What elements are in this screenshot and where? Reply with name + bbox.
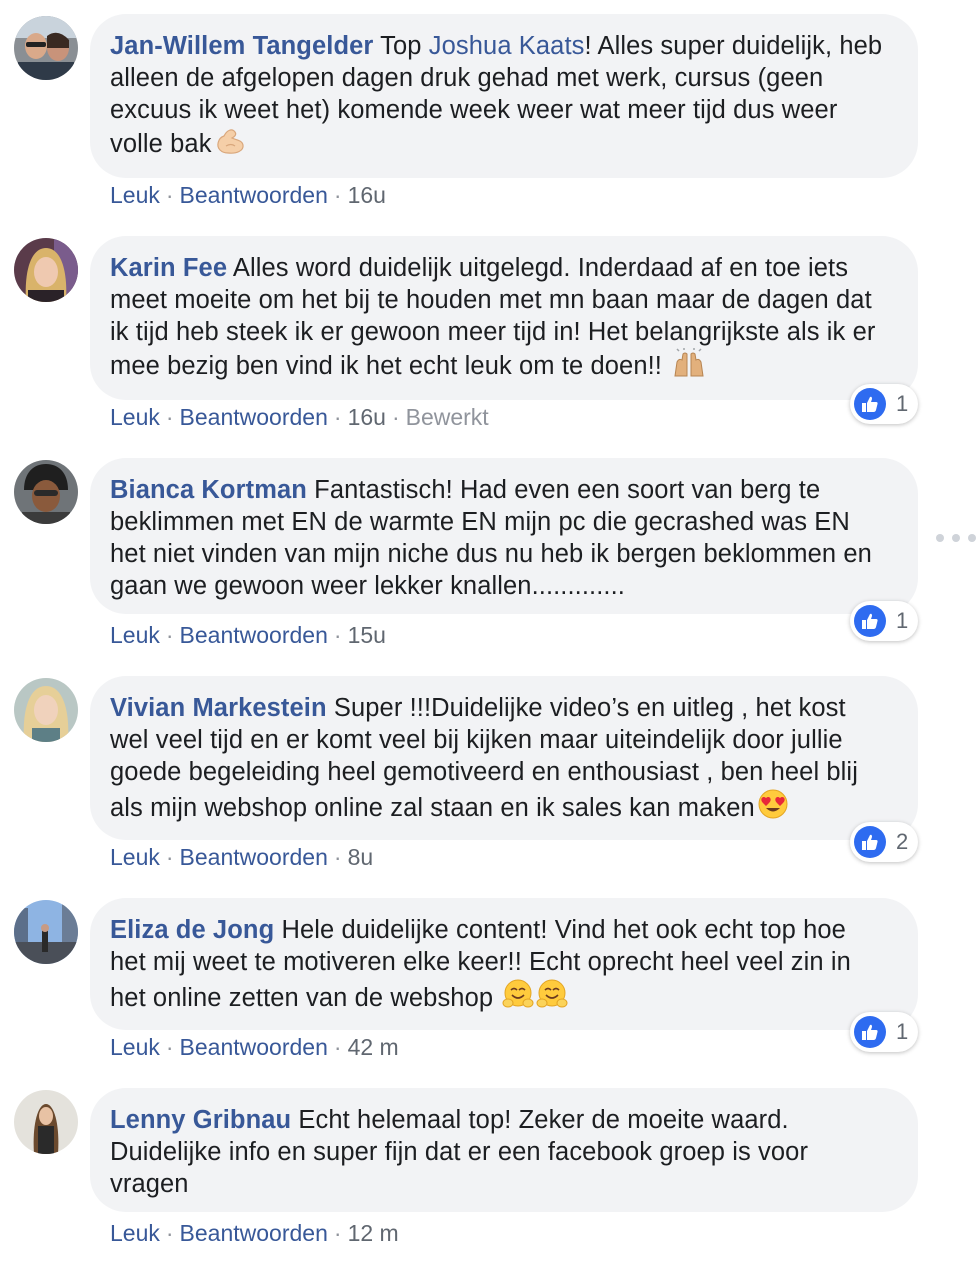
flexed-biceps-icon (214, 126, 246, 164)
separator-dot: · (333, 182, 342, 208)
reaction-badge[interactable]: 1 (850, 384, 919, 424)
avatar[interactable] (14, 460, 78, 524)
reply-link[interactable]: Beantwoorden (180, 404, 328, 430)
hugging-face-icon (536, 978, 568, 1018)
separator-dot: · (333, 844, 342, 870)
reply-link[interactable]: Beantwoorden (180, 182, 328, 208)
separator-dot: · (165, 844, 174, 870)
comment-actions: Leuk · Beantwoorden · 12 m (110, 1219, 399, 1247)
comment-bubble: Bianca Kortman Fantastisch! Had even een… (90, 458, 918, 614)
comment-actions: Leuk · Beantwoorden · 15u (110, 621, 386, 649)
like-link[interactable]: Leuk (110, 404, 160, 430)
comment-author[interactable]: Eliza de Jong (110, 916, 274, 944)
comment-author[interactable]: Jan-Willem Tangelder (110, 32, 373, 60)
comment-actions: Leuk · Beantwoorden · 42 m (110, 1033, 399, 1061)
thumbs-up-icon (854, 388, 886, 420)
comment-timestamp[interactable]: 8u (348, 844, 374, 870)
comment-actions: Leuk · Beantwoorden · 16u (110, 181, 386, 209)
reaction-count: 2 (896, 829, 909, 854)
like-link[interactable]: Leuk (110, 622, 160, 648)
reaction-count: 1 (896, 1019, 909, 1044)
edited-label[interactable]: Bewerkt (406, 404, 489, 430)
separator-dot: · (333, 404, 342, 430)
comment-bubble: Eliza de Jong Hele duidelijke content! V… (90, 898, 918, 1030)
reply-link[interactable]: Beantwoorden (180, 1220, 328, 1246)
separator-dot: · (391, 404, 400, 430)
comment-bubble: Vivian Markestein Super !!!Duidelijke vi… (90, 676, 918, 840)
mention-link[interactable]: Joshua Kaats (429, 32, 585, 60)
reply-link[interactable]: Beantwoorden (180, 1034, 328, 1060)
reply-link[interactable]: Beantwoorden (180, 844, 328, 870)
comment-timestamp[interactable]: 15u (348, 622, 386, 648)
like-link[interactable]: Leuk (110, 844, 160, 870)
avatar[interactable] (14, 678, 78, 742)
comment-text-prefix: Top (380, 32, 422, 60)
separator-dot: · (165, 1220, 174, 1246)
comment-timestamp[interactable]: 42 m (348, 1034, 399, 1060)
separator-dot: · (165, 622, 174, 648)
avatar[interactable] (14, 16, 78, 80)
separator-dot: · (333, 1220, 342, 1246)
like-link[interactable]: Leuk (110, 1220, 160, 1246)
thumbs-up-icon (854, 826, 886, 858)
reaction-count: 1 (896, 608, 909, 633)
like-link[interactable]: Leuk (110, 182, 160, 208)
thumbs-up-icon (854, 605, 886, 637)
dot (968, 534, 976, 542)
reaction-badge[interactable]: 1 (850, 1012, 919, 1052)
more-options-icon[interactable] (936, 528, 976, 548)
separator-dot: · (165, 1034, 174, 1060)
heart-eyes-icon (757, 788, 789, 828)
comment-timestamp[interactable]: 12 m (348, 1220, 399, 1246)
separator-dot: · (333, 1034, 342, 1060)
comment-feed: Jan-Willem Tangelder Top Joshua Kaats! A… (0, 0, 980, 1266)
comment-actions: Leuk · Beantwoorden · 16u · Bewerkt (110, 403, 489, 431)
comment-timestamp[interactable]: 16u (348, 404, 386, 430)
reaction-count: 1 (896, 391, 909, 416)
comment-author[interactable]: Lenny Gribnau (110, 1106, 291, 1134)
comment-author[interactable]: Vivian Markestein (110, 694, 327, 722)
avatar[interactable] (14, 900, 78, 964)
comment-bubble: Lenny Gribnau Echt helemaal top! Zeker d… (90, 1088, 918, 1212)
comment-timestamp[interactable]: 16u (348, 182, 386, 208)
avatar[interactable] (14, 1090, 78, 1154)
separator-dot: · (165, 182, 174, 208)
comment-author[interactable]: Bianca Kortman (110, 476, 307, 504)
dot (952, 534, 960, 542)
separator-dot: · (333, 622, 342, 648)
avatar[interactable] (14, 238, 78, 302)
reply-link[interactable]: Beantwoorden (180, 622, 328, 648)
comment-bubble: Jan-Willem Tangelder Top Joshua Kaats! A… (90, 14, 918, 178)
dot (936, 534, 944, 542)
raising-hands-icon (671, 348, 707, 386)
comment-bubble: Karin Fee Alles word duidelijk uitgelegd… (90, 236, 918, 400)
thumbs-up-icon (854, 1016, 886, 1048)
reaction-badge[interactable]: 1 (850, 601, 919, 641)
like-link[interactable]: Leuk (110, 1034, 160, 1060)
separator-dot: · (165, 404, 174, 430)
comment-actions: Leuk · Beantwoorden · 8u (110, 843, 373, 871)
reaction-badge[interactable]: 2 (850, 822, 919, 862)
hugging-face-icon (502, 978, 534, 1018)
comment-author[interactable]: Karin Fee (110, 254, 227, 282)
